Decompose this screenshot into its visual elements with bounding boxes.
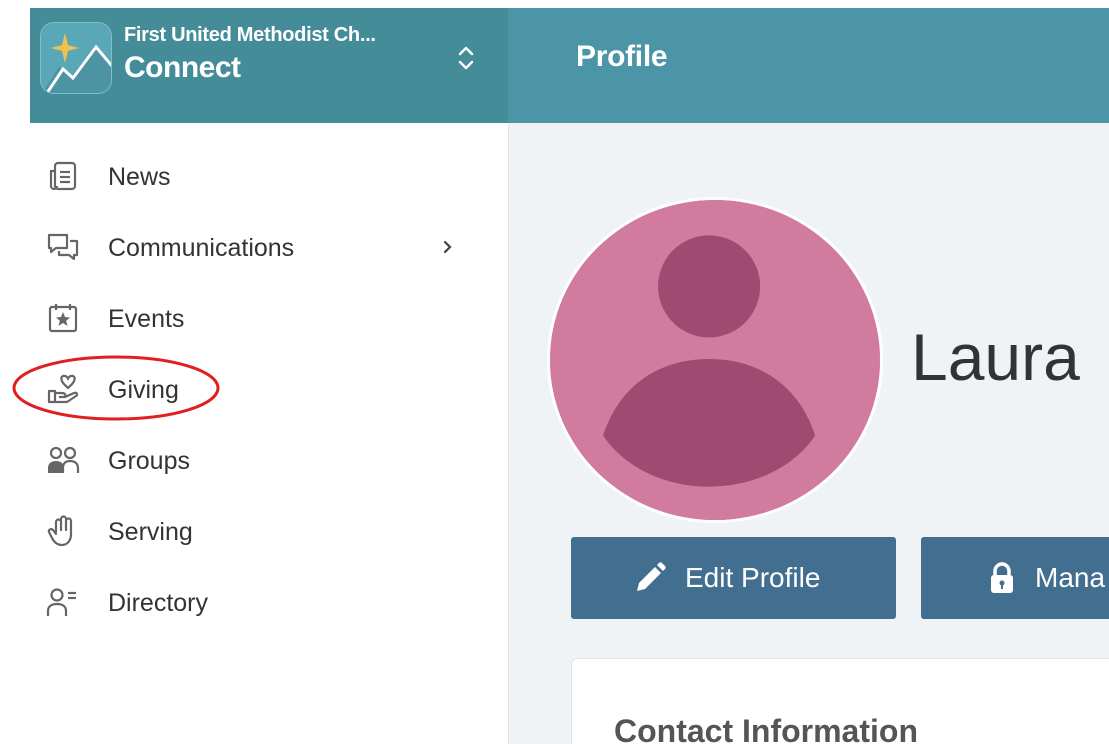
sidebar-item-label: Giving xyxy=(108,376,179,404)
app-name: Connect xyxy=(124,51,241,84)
sidebar-item-serving[interactable]: Serving xyxy=(30,502,508,562)
sidebar-item-label: Serving xyxy=(108,518,193,546)
profile-name: Laura xyxy=(911,320,1080,394)
news-icon xyxy=(46,159,80,193)
sidebar-header: First United Methodist Ch... Connect xyxy=(30,8,508,123)
pencil-icon xyxy=(633,561,667,595)
sidebar-item-label: Groups xyxy=(108,447,190,475)
org-name: First United Methodist Ch... xyxy=(124,24,376,46)
contact-information-title: Contact Information xyxy=(614,713,918,744)
app-window: First United Methodist Ch... Connect Pro… xyxy=(0,0,1109,744)
sidebar-item-news[interactable]: News xyxy=(30,147,508,207)
edit-profile-label: Edit Profile xyxy=(685,562,821,593)
contact-information-card: Contact Information xyxy=(571,658,1109,744)
person-list-icon xyxy=(46,585,80,619)
sidebar-item-label: News xyxy=(108,163,171,191)
hand-heart-icon xyxy=(46,372,80,406)
default-avatar[interactable] xyxy=(547,197,883,523)
sidebar-item-directory[interactable]: Directory xyxy=(30,573,508,633)
sidebar-item-giving[interactable]: Giving xyxy=(30,360,508,420)
sidebar-item-label: Directory xyxy=(108,589,209,617)
main-header: Profile xyxy=(508,8,1109,123)
sidebar-item-label: Communications xyxy=(108,234,295,262)
sidebar-item-groups[interactable]: Groups xyxy=(30,431,508,491)
manage-button[interactable]: Mana xyxy=(921,537,1109,619)
sidebar-item-communications[interactable]: Communications xyxy=(30,218,508,278)
calendar-star-icon xyxy=(46,301,80,335)
lock-icon xyxy=(985,561,1019,595)
manage-button-label: Mana xyxy=(1035,562,1106,593)
people-icon xyxy=(46,443,80,477)
sidebar-item-events[interactable]: Events xyxy=(30,289,508,349)
sidebar-nav: News Communications Events Giving Groups… xyxy=(12,123,508,744)
chat-bubbles-icon xyxy=(46,230,80,264)
sparkle-mountain-logo[interactable] xyxy=(40,22,112,94)
org-block[interactable]: First United Methodist Ch... Connect xyxy=(124,24,376,85)
raised-hand-icon xyxy=(46,514,80,548)
profile-content: Laura Edit Profile Mana Contact Informat… xyxy=(508,123,1109,744)
chevron-up-down-icon[interactable] xyxy=(454,42,478,74)
chevron-right-icon xyxy=(440,236,456,258)
sidebar-item-label: Events xyxy=(108,305,185,333)
edit-profile-button[interactable]: Edit Profile xyxy=(571,537,896,619)
page-title: Profile xyxy=(576,40,668,73)
